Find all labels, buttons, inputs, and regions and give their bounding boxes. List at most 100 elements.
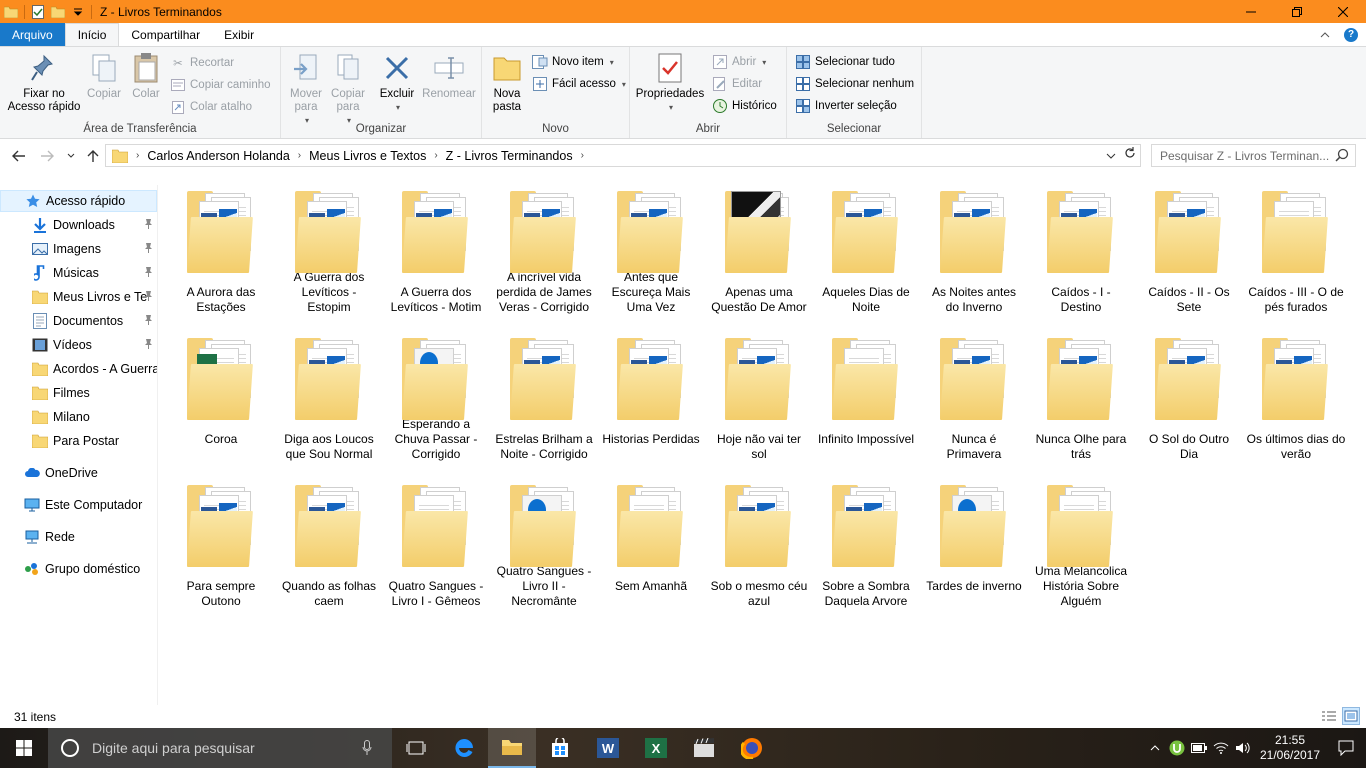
cut-button[interactable]: ✂ Recortar xyxy=(170,53,234,73)
edge-taskbar-button[interactable] xyxy=(440,728,488,768)
clock[interactable]: 21:55 21/06/2017 xyxy=(1254,733,1326,763)
folder-item[interactable]: Infinito Impossível xyxy=(816,322,916,462)
folder-item[interactable]: Quatro Sangues - Livro I - Gêmeos xyxy=(386,469,486,609)
folder-icon[interactable] xyxy=(4,5,18,19)
wifi-icon[interactable] xyxy=(1210,728,1232,768)
breadcrumb-item[interactable]: Carlos Anderson Holanda xyxy=(141,149,295,163)
show-hidden-icons-chevron-icon[interactable] xyxy=(1144,728,1166,768)
folder-item[interactable]: Aqueles Dias de Noite xyxy=(816,175,916,315)
collapse-ribbon-icon[interactable] xyxy=(1320,29,1330,41)
folder-item[interactable]: Antes que Escureça Mais Uma Vez xyxy=(601,175,701,315)
breadcrumb-item[interactable]: Z - Livros Terminandos xyxy=(440,149,579,163)
file-explorer-taskbar-button[interactable] xyxy=(488,728,536,768)
paste-button[interactable]: Colar xyxy=(126,51,166,101)
word-taskbar-button[interactable]: W xyxy=(584,728,632,768)
restore-button[interactable] xyxy=(1274,0,1320,23)
select-none-button[interactable]: Selecionar nenhum xyxy=(795,74,914,94)
folder-item[interactable]: A Aurora das Estações xyxy=(171,175,271,315)
utorrent-tray-icon[interactable] xyxy=(1166,728,1188,768)
search-input[interactable]: Pesquisar Z - Livros Terminan... xyxy=(1151,144,1356,167)
open-button[interactable]: Abrir ▾ xyxy=(712,52,766,72)
refresh-icon[interactable] xyxy=(1124,147,1136,162)
folder-item[interactable]: pdfQuatro Sangues - Livro II - Necromânt… xyxy=(494,469,594,609)
store-taskbar-button[interactable] xyxy=(536,728,584,768)
move-to-button[interactable]: Mover para ▾ xyxy=(285,51,327,127)
folder-item[interactable]: Caídos - I - Destino xyxy=(1031,175,1131,315)
folder-item[interactable]: Diga aos Loucos que Sou Normal xyxy=(279,322,379,462)
folder-item[interactable]: Uma Melancolica História Sobre Alguém xyxy=(1031,469,1131,609)
address-bar[interactable]: › Carlos Anderson Holanda › Meus Livros … xyxy=(105,144,1141,167)
nav-item[interactable]: Vídeos xyxy=(0,334,157,356)
folder-item[interactable]: O Sol do Outro Dia xyxy=(1139,322,1239,462)
folder-item[interactable]: Sem Amanhã xyxy=(601,469,701,609)
rename-button[interactable]: Renomear xyxy=(419,51,479,101)
up-arrow-icon[interactable] xyxy=(84,147,102,165)
tab-share[interactable]: Compartilhar xyxy=(119,23,212,46)
nav-quick-access[interactable]: Acesso rápido xyxy=(0,190,157,212)
details-view-button[interactable] xyxy=(1320,707,1338,725)
nav-this-pc[interactable]: Este Computador xyxy=(0,494,157,516)
new-item-button[interactable]: Novo item ▾ xyxy=(532,52,614,72)
new-folder-button[interactable]: Nova pasta xyxy=(486,51,528,114)
tab-home[interactable]: Início xyxy=(64,23,120,46)
volume-icon[interactable] xyxy=(1232,728,1254,768)
folder-item[interactable]: Coroa xyxy=(171,322,271,462)
nav-onedrive[interactable]: OneDrive xyxy=(0,462,157,484)
start-button[interactable] xyxy=(0,728,48,768)
nav-item[interactable]: Para Postar xyxy=(0,430,157,452)
folder-item[interactable]: Os últimos dias do verão xyxy=(1246,322,1346,462)
nav-item[interactable]: Documentos xyxy=(0,310,157,332)
nav-item[interactable]: Imagens xyxy=(0,238,157,260)
breadcrumb-separator[interactable]: › xyxy=(296,150,303,161)
breadcrumb-separator[interactable]: › xyxy=(579,150,586,161)
folder-item[interactable]: Historias Perdidas xyxy=(601,322,701,462)
help-icon[interactable]: ? xyxy=(1344,27,1358,42)
new-folder-icon[interactable] xyxy=(51,5,65,19)
taskbar-search-input[interactable]: Digite aqui para pesquisar xyxy=(48,728,392,768)
properties-icon[interactable] xyxy=(31,4,45,19)
tab-file[interactable]: Arquivo xyxy=(0,23,65,46)
folder-item[interactable]: Hoje não vai ter sol xyxy=(709,322,809,462)
select-all-button[interactable]: Selecionar tudo xyxy=(795,52,895,72)
nav-item[interactable]: Downloads xyxy=(0,214,157,236)
nav-item[interactable]: Acordos - A Guerra xyxy=(0,358,157,380)
nav-item[interactable]: Meus Livros e Te xyxy=(0,286,157,308)
excel-taskbar-button[interactable]: X xyxy=(632,728,680,768)
breadcrumb-separator[interactable]: › xyxy=(134,150,141,161)
tab-view[interactable]: Exibir xyxy=(212,23,266,46)
minimize-button[interactable] xyxy=(1228,0,1274,23)
folder-item[interactable]: Sob o mesmo céu azul xyxy=(709,469,809,609)
folder-item[interactable]: pdfEsperando a Chuva Passar - Corrigido xyxy=(386,322,486,462)
folder-item[interactable]: Caídos - II - Os Sete xyxy=(1139,175,1239,315)
recent-locations-chevron-icon[interactable] xyxy=(62,147,80,165)
easy-access-button[interactable]: Fácil acesso ▾ xyxy=(532,74,626,94)
address-dropdown-chevron-icon[interactable] xyxy=(1106,148,1116,162)
customize-dropdown-icon[interactable] xyxy=(71,5,85,19)
folder-item[interactable]: pdf Tardes de inverno xyxy=(924,469,1024,609)
task-view-button[interactable] xyxy=(392,728,440,768)
nav-item[interactable]: Músicas xyxy=(0,262,157,284)
folder-item[interactable]: Quando as folhas caem xyxy=(279,469,379,609)
breadcrumb-separator[interactable]: › xyxy=(432,150,439,161)
folder-item[interactable]: Nunca é Primavera xyxy=(924,322,1024,462)
folder-item[interactable]: Sobre a Sombra Daquela Arvore xyxy=(816,469,916,609)
nav-item[interactable]: Filmes xyxy=(0,382,157,404)
invert-selection-button[interactable]: Inverter seleção xyxy=(795,96,897,116)
close-button[interactable] xyxy=(1320,0,1366,23)
history-button[interactable]: Histórico xyxy=(712,96,777,116)
folder-item[interactable]: Estrelas Brilham a Noite - Corrigido xyxy=(494,322,594,462)
folder-item[interactable]: Apenas uma Questão De Amor xyxy=(709,175,809,315)
folder-item[interactable]: As Noites antes do Inverno xyxy=(924,175,1024,315)
nav-homegroup[interactable]: Grupo doméstico xyxy=(0,558,157,580)
pin-quick-access-button[interactable]: Fixar no Acesso rápido xyxy=(6,51,82,114)
forward-arrow-icon[interactable] xyxy=(38,147,56,165)
folder-item[interactable]: A incrível vida perdida de James Veras -… xyxy=(494,175,594,315)
delete-button[interactable]: Excluir ▾ xyxy=(375,51,419,114)
folder-item[interactable]: Caídos - III - O de pés furados xyxy=(1246,175,1346,315)
breadcrumb-item[interactable]: Meus Livros e Textos xyxy=(303,149,432,163)
properties-button[interactable]: Propriedades ▾ xyxy=(634,51,706,114)
back-arrow-icon[interactable] xyxy=(10,147,28,165)
paste-shortcut-button[interactable]: Colar atalho xyxy=(170,97,252,117)
firefox-taskbar-button[interactable] xyxy=(728,728,776,768)
folder-item[interactable]: A Guerra dos Levíticos - Estopim xyxy=(279,175,379,315)
